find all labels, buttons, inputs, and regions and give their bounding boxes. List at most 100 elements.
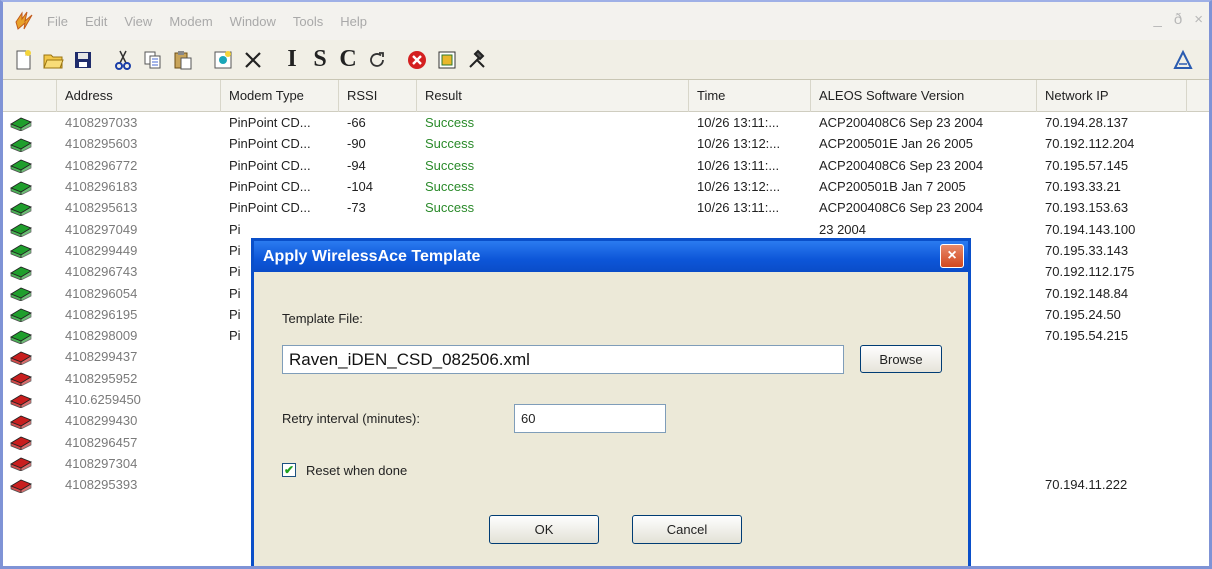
- modem-online-icon: [3, 264, 57, 280]
- paste-icon[interactable]: [169, 46, 197, 74]
- ok-button[interactable]: OK: [489, 515, 599, 544]
- cell-modem-type: PinPoint CD...: [229, 179, 311, 195]
- cell-address: 4108296183: [65, 179, 138, 195]
- column-address[interactable]: Address: [57, 80, 221, 112]
- cut-icon[interactable]: [109, 46, 137, 74]
- modem-offline-icon: [3, 434, 57, 451]
- cell-address: 410.6259450: [65, 392, 141, 407]
- browse-button[interactable]: Browse: [860, 345, 942, 373]
- menu-help[interactable]: Help: [340, 14, 367, 29]
- reset-when-done-label: Reset when done: [306, 463, 408, 478]
- close-window-icon[interactable]: ×: [1194, 11, 1203, 28]
- menu-modem[interactable]: Modem: [169, 14, 212, 29]
- table-row[interactable]: 4108297049 Pi 23 2004 70.194.143.100: [3, 218, 1209, 239]
- cell-network-ip: 70.193.33.21: [1045, 179, 1121, 195]
- retry-interval-input[interactable]: 60: [514, 404, 666, 433]
- cell-rssi: -90: [347, 136, 366, 152]
- cell-rssi: -66: [347, 115, 366, 131]
- copy-icon[interactable]: [139, 46, 167, 74]
- menu-view[interactable]: View: [124, 14, 152, 29]
- modem-online-icon: [3, 179, 57, 195]
- properties-icon[interactable]: [209, 46, 237, 74]
- menu-edit[interactable]: Edit: [85, 14, 107, 29]
- open-folder-icon[interactable]: [39, 46, 67, 74]
- cell-aleos-version: 23 2004: [819, 221, 866, 237]
- cell-rssi: -73: [347, 200, 366, 216]
- toolbar-i-button[interactable]: I: [279, 46, 305, 74]
- cell-address: 4108299437: [65, 349, 138, 365]
- column-aleos-version[interactable]: ALEOS Software Version: [811, 80, 1037, 112]
- modem-online-icon: [3, 221, 57, 238]
- tools-icon[interactable]: [463, 46, 491, 74]
- cell-address: 4108297304: [65, 455, 138, 471]
- modem-offline-icon: [3, 349, 57, 365]
- cell-modem-type: PinPoint CD...: [229, 157, 311, 173]
- modem-online-icon: [3, 136, 57, 152]
- cell-address: 4108295613: [65, 200, 138, 216]
- cell-rssi: -94: [347, 157, 366, 173]
- dialog-title: Apply WirelessAce Template: [263, 247, 481, 265]
- sierra-logo-icon: [1169, 46, 1197, 74]
- modem-online-icon: [3, 328, 57, 344]
- modem-online-icon: [3, 115, 57, 131]
- retry-interval-label: Retry interval (minutes):: [282, 411, 420, 426]
- cell-address: 4108298009: [65, 328, 138, 344]
- table-row[interactable]: 4108296183 PinPoint CD... -104 Success 10/26…: [3, 176, 1209, 197]
- cell-time: 10/26 13:12:...: [697, 179, 781, 195]
- column-status[interactable]: [3, 80, 57, 112]
- cell-result: Success: [425, 115, 475, 131]
- modem-offline-icon: [3, 455, 57, 472]
- table-row[interactable]: 4108297033 PinPoint CD... -66 Success 10/26 …: [3, 112, 1209, 133]
- column-modem-type[interactable]: Modem Type: [221, 80, 339, 112]
- stop-icon[interactable]: [403, 46, 431, 74]
- cell-aleos-version: ACP200501B Jan 7 2005: [819, 179, 966, 195]
- refresh-icon[interactable]: [363, 46, 391, 74]
- cell-address: 4108295603: [65, 136, 138, 152]
- reset-when-done-checkbox[interactable]: ✔: [282, 463, 296, 477]
- cell-address: 4108297049: [65, 221, 138, 237]
- cell-address: 4108295393: [65, 477, 138, 493]
- cell-time: 10/26 13:11:...: [697, 200, 780, 216]
- window-controls: _ ð ×: [1154, 11, 1203, 28]
- menu-window[interactable]: Window: [230, 14, 276, 29]
- modem-online-icon: [3, 242, 57, 259]
- column-rssi[interactable]: RSSI: [339, 80, 417, 112]
- menu-file[interactable]: File: [47, 14, 68, 29]
- restore-icon[interactable]: ð: [1174, 11, 1182, 28]
- modem-offline-icon: [3, 413, 57, 429]
- toolbar-c-button[interactable]: C: [335, 46, 361, 74]
- cell-result: Success: [425, 179, 475, 195]
- menu-tools[interactable]: Tools: [293, 14, 323, 29]
- toolbar-s-button[interactable]: S: [307, 46, 333, 74]
- cell-address: 4108296743: [65, 264, 138, 280]
- cell-network-ip: 70.194.143.100: [1045, 221, 1136, 237]
- column-time[interactable]: Time: [689, 80, 811, 112]
- cell-network-ip: 70.195.24.50: [1045, 306, 1121, 322]
- modem-online-icon: [3, 157, 57, 174]
- cell-address: 4108296195: [65, 306, 138, 322]
- cancel-button[interactable]: Cancel: [632, 515, 742, 544]
- table-row[interactable]: 4108295613 PinPoint CD... -73 Success 10/26 …: [3, 197, 1209, 218]
- save-icon[interactable]: [69, 46, 97, 74]
- column-result[interactable]: Result: [417, 80, 689, 112]
- dialog-close-button[interactable]: ×: [940, 244, 964, 268]
- checkmark-icon: ✔: [283, 463, 295, 477]
- table-row[interactable]: 4108296772 PinPoint CD... -94 Success 10/26 …: [3, 155, 1209, 176]
- template-file-input[interactable]: Raven_iDEN_CSD_082506.xml: [282, 345, 844, 374]
- new-file-icon[interactable]: [9, 46, 37, 74]
- delete-icon[interactable]: [239, 46, 267, 74]
- cell-network-ip: 70.192.148.84: [1045, 285, 1129, 301]
- dialog-title-bar[interactable]: Apply WirelessAce Template: [254, 241, 968, 272]
- cell-modem-type: PinPoint CD...: [229, 115, 311, 131]
- modem-online-icon: [3, 285, 57, 302]
- table-row[interactable]: 4108295603 PinPoint CD... -90 Success 10/26 …: [3, 133, 1209, 154]
- cell-modem-type: Pi: [229, 221, 241, 237]
- column-network-ip[interactable]: Network IP: [1037, 80, 1187, 112]
- menubar: File Edit View Modem Window Tools Help _…: [3, 2, 1209, 40]
- cell-address: 4108299430: [65, 413, 138, 429]
- modem-offline-icon: [3, 392, 57, 408]
- report-icon[interactable]: [433, 46, 461, 74]
- cell-address: 4108299449: [65, 242, 138, 258]
- cell-time: 10/26 13:12:...: [697, 136, 781, 152]
- minimize-icon[interactable]: _: [1154, 11, 1162, 28]
